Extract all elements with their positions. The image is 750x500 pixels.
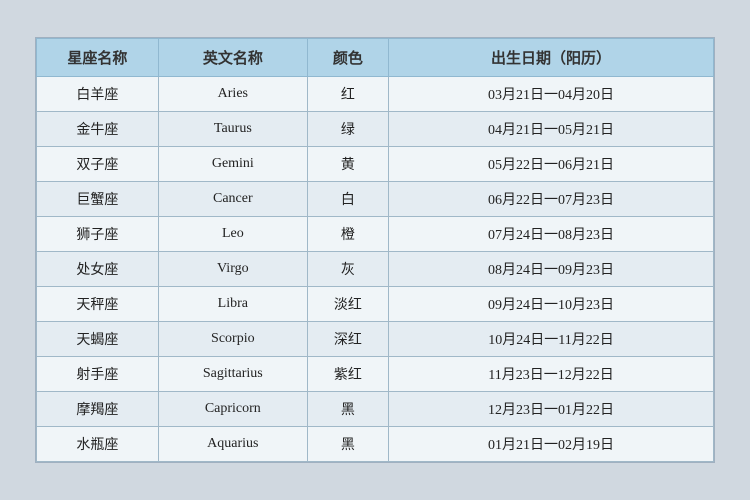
- cell-color: 绿: [307, 112, 388, 147]
- cell-color: 黑: [307, 427, 388, 462]
- cell-chinese: 射手座: [37, 357, 159, 392]
- cell-chinese: 水瓶座: [37, 427, 159, 462]
- header-english: 英文名称: [158, 39, 307, 77]
- table-row: 射手座Sagittarius紫红11月23日一12月22日: [37, 357, 714, 392]
- table-row: 摩羯座Capricorn黑12月23日一01月22日: [37, 392, 714, 427]
- cell-date: 01月21日一02月19日: [389, 427, 714, 462]
- cell-english: Gemini: [158, 147, 307, 182]
- table-row: 白羊座Aries红03月21日一04月20日: [37, 77, 714, 112]
- cell-date: 11月23日一12月22日: [389, 357, 714, 392]
- cell-date: 07月24日一08月23日: [389, 217, 714, 252]
- table-row: 双子座Gemini黄05月22日一06月21日: [37, 147, 714, 182]
- cell-date: 10月24日一11月22日: [389, 322, 714, 357]
- cell-color: 淡红: [307, 287, 388, 322]
- cell-date: 12月23日一01月22日: [389, 392, 714, 427]
- table-row: 处女座Virgo灰08月24日一09月23日: [37, 252, 714, 287]
- header-color: 颜色: [307, 39, 388, 77]
- cell-color: 黑: [307, 392, 388, 427]
- cell-chinese: 处女座: [37, 252, 159, 287]
- table-row: 水瓶座Aquarius黑01月21日一02月19日: [37, 427, 714, 462]
- cell-date: 05月22日一06月21日: [389, 147, 714, 182]
- cell-color: 黄: [307, 147, 388, 182]
- cell-english: Capricorn: [158, 392, 307, 427]
- cell-date: 04月21日一05月21日: [389, 112, 714, 147]
- cell-date: 03月21日一04月20日: [389, 77, 714, 112]
- cell-english: Taurus: [158, 112, 307, 147]
- cell-english: Virgo: [158, 252, 307, 287]
- cell-chinese: 天蝎座: [37, 322, 159, 357]
- cell-color: 橙: [307, 217, 388, 252]
- cell-chinese: 白羊座: [37, 77, 159, 112]
- cell-chinese: 双子座: [37, 147, 159, 182]
- zodiac-table: 星座名称 英文名称 颜色 出生日期（阳历） 白羊座Aries红03月21日一04…: [36, 38, 714, 462]
- cell-english: Aquarius: [158, 427, 307, 462]
- cell-date: 08月24日一09月23日: [389, 252, 714, 287]
- cell-chinese: 摩羯座: [37, 392, 159, 427]
- cell-color: 白: [307, 182, 388, 217]
- cell-english: Leo: [158, 217, 307, 252]
- header-date: 出生日期（阳历）: [389, 39, 714, 77]
- cell-date: 06月22日一07月23日: [389, 182, 714, 217]
- table-row: 金牛座Taurus绿04月21日一05月21日: [37, 112, 714, 147]
- cell-english: Aries: [158, 77, 307, 112]
- table-row: 天秤座Libra淡红09月24日一10月23日: [37, 287, 714, 322]
- cell-color: 紫红: [307, 357, 388, 392]
- table-header-row: 星座名称 英文名称 颜色 出生日期（阳历）: [37, 39, 714, 77]
- cell-color: 红: [307, 77, 388, 112]
- cell-chinese: 金牛座: [37, 112, 159, 147]
- table-body: 白羊座Aries红03月21日一04月20日金牛座Taurus绿04月21日一0…: [37, 77, 714, 462]
- cell-english: Libra: [158, 287, 307, 322]
- cell-chinese: 巨蟹座: [37, 182, 159, 217]
- cell-chinese: 狮子座: [37, 217, 159, 252]
- cell-chinese: 天秤座: [37, 287, 159, 322]
- zodiac-table-container: 星座名称 英文名称 颜色 出生日期（阳历） 白羊座Aries红03月21日一04…: [35, 37, 715, 463]
- header-chinese: 星座名称: [37, 39, 159, 77]
- cell-english: Cancer: [158, 182, 307, 217]
- cell-english: Scorpio: [158, 322, 307, 357]
- cell-color: 灰: [307, 252, 388, 287]
- cell-english: Sagittarius: [158, 357, 307, 392]
- cell-color: 深红: [307, 322, 388, 357]
- cell-date: 09月24日一10月23日: [389, 287, 714, 322]
- table-row: 巨蟹座Cancer白06月22日一07月23日: [37, 182, 714, 217]
- table-row: 天蝎座Scorpio深红10月24日一11月22日: [37, 322, 714, 357]
- table-row: 狮子座Leo橙07月24日一08月23日: [37, 217, 714, 252]
